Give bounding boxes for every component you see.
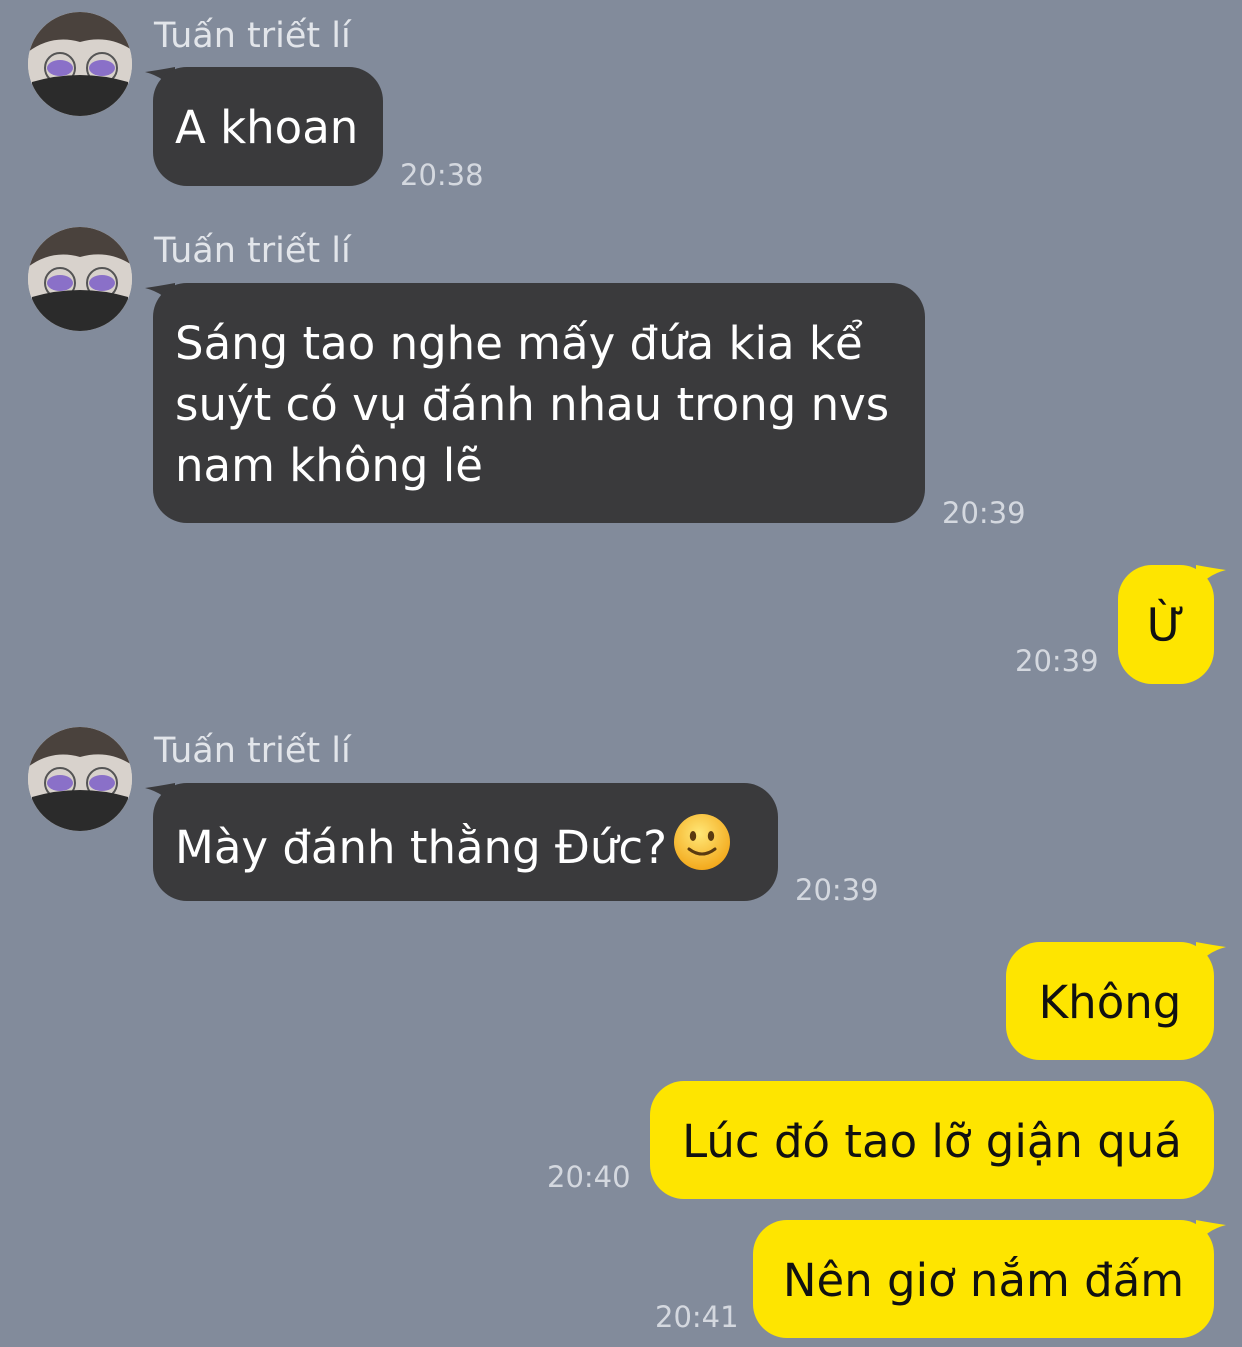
message-timestamp: 20:39 bbox=[942, 496, 1026, 530]
message-bubble-outgoing[interactable]: Ừ bbox=[1118, 565, 1214, 684]
sender-name: Tuấn triết lí bbox=[154, 231, 351, 271]
message-timestamp: 20:38 bbox=[400, 158, 484, 192]
message-timestamp: 20:40 bbox=[547, 1160, 631, 1194]
message-text: Lúc đó tao lỡ giận quá bbox=[682, 1115, 1182, 1168]
sender-avatar[interactable] bbox=[28, 12, 132, 116]
message-bubble-incoming[interactable]: Sáng tao nghe mấy đứa kia kể suýt có vụ … bbox=[153, 283, 925, 523]
message-bubble-outgoing[interactable]: Lúc đó tao lỡ giận quá bbox=[650, 1081, 1214, 1199]
message-text: A khoan bbox=[175, 101, 359, 154]
message-bubble-incoming[interactable]: Mày đánh thằng Đức? bbox=[153, 783, 778, 901]
message-bubble-incoming[interactable]: A khoan bbox=[153, 67, 383, 186]
message-timestamp: 20:39 bbox=[795, 873, 879, 907]
message-text-line: Sáng tao nghe mấy đứa kia kể bbox=[175, 317, 863, 370]
slightly-smiling-face-emoji bbox=[673, 814, 730, 870]
sender-name: Tuấn triết lí bbox=[154, 731, 351, 771]
message-bubble-outgoing[interactable]: Nên giơ nắm đấm bbox=[753, 1220, 1214, 1338]
message-text-line: suýt có vụ đánh nhau trong nvs bbox=[175, 378, 890, 431]
sender-name: Tuấn triết lí bbox=[154, 16, 351, 56]
message-text: Không bbox=[1038, 976, 1182, 1029]
message-bubble-outgoing[interactable]: Không bbox=[1006, 942, 1214, 1060]
message-timestamp: 20:39 bbox=[1015, 644, 1099, 678]
message-text: Nên giơ nắm đấm bbox=[782, 1254, 1185, 1307]
message-text: Mày đánh thằng Đức? bbox=[175, 821, 667, 874]
message-text-line: nam không lẽ bbox=[175, 439, 483, 492]
sender-avatar[interactable] bbox=[28, 227, 132, 331]
message-timestamp: 20:41 bbox=[655, 1300, 739, 1334]
message-text: Ừ bbox=[1146, 599, 1186, 652]
sender-avatar[interactable] bbox=[28, 727, 132, 831]
